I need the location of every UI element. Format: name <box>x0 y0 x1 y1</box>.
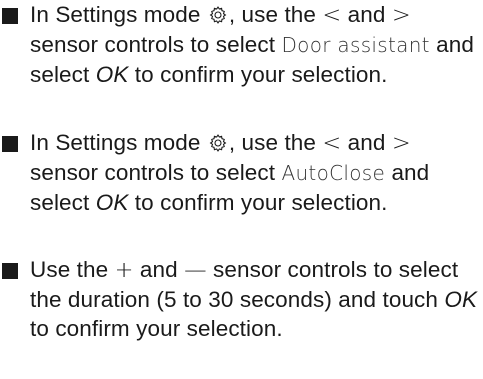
step-text: Use the <box>30 257 115 282</box>
greater-than-symbol: > <box>391 130 411 156</box>
square-bullet-icon <box>2 263 18 279</box>
plus-symbol: + <box>114 257 134 283</box>
less-than-symbol: < <box>322 130 342 156</box>
ok-label: OK <box>95 190 129 215</box>
greater-than-symbol: > <box>391 2 411 28</box>
instruction-step: In Settings mode , use the < and > senso… <box>0 0 483 89</box>
instruction-step: Use the + and — sensor controls to selec… <box>0 255 483 343</box>
ok-label: OK <box>95 62 129 87</box>
square-bullet-icon <box>2 8 18 24</box>
less-than-symbol: < <box>322 2 342 28</box>
minus-symbol: — <box>184 257 207 283</box>
instruction-step: In Settings mode , use the < and > senso… <box>0 128 483 217</box>
ok-label: OK <box>444 287 478 312</box>
gear-icon <box>209 6 227 24</box>
square-bullet-icon <box>2 136 18 152</box>
step-text: In Settings mode <box>30 2 207 27</box>
display-option-label: AutoClose <box>281 161 386 185</box>
display-option-label: Door assistant <box>281 33 430 57</box>
step-text: In Settings mode <box>30 130 207 155</box>
gear-icon <box>209 134 227 152</box>
